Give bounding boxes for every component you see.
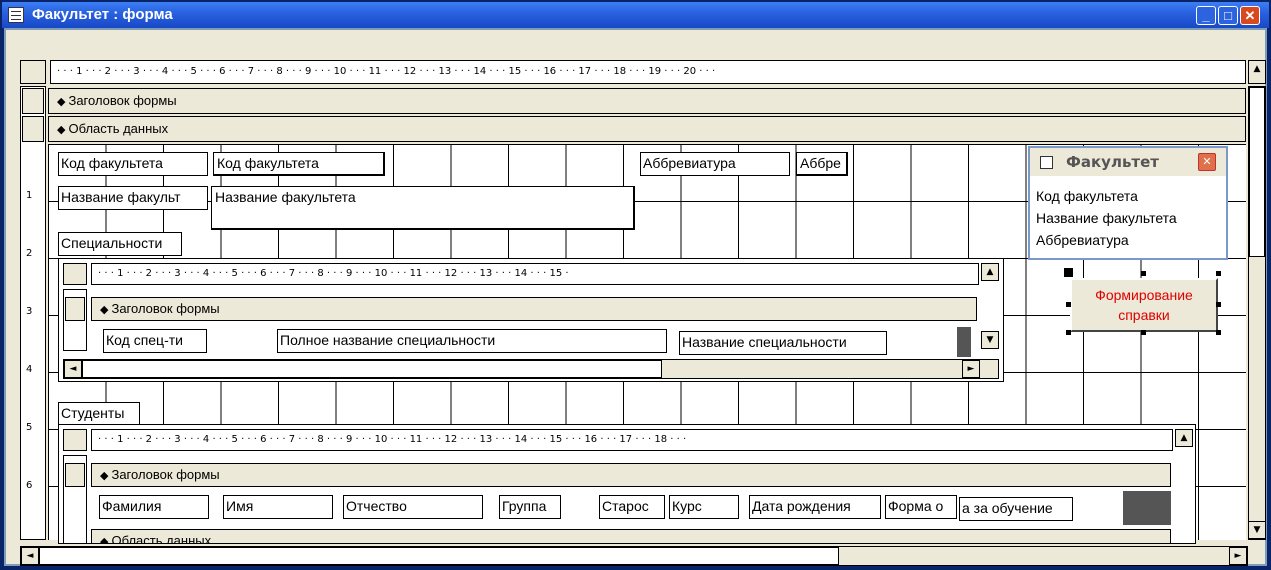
col-tuition-label[interactable]: а за обучение	[959, 497, 1073, 521]
field-list-window[interactable]: Факультет ✕ Код факультета Название факу…	[1028, 146, 1228, 260]
field-list-item[interactable]: Название факультета	[1036, 208, 1177, 229]
window-title: Факультет : форма	[32, 6, 173, 23]
subform-hscroll-thumb[interactable]	[82, 360, 662, 378]
scroll-down-button[interactable]: ▼	[1248, 521, 1266, 539]
horizontal-ruler: · · · 1 · · · 2 · · · 3 · · · 4 · · · 5 …	[50, 60, 1246, 84]
subform-scroll-up-button[interactable]: ▲	[981, 263, 999, 281]
main-hscrollbar[interactable]: ◄ ►	[20, 546, 1248, 566]
subform-selector[interactable]	[63, 263, 87, 285]
subform-edge-block	[957, 327, 971, 357]
vruler-mark-2: 2	[26, 248, 33, 259]
subform-scroll-down-button[interactable]: ▼	[981, 331, 999, 349]
col-group-label[interactable]: Группа	[499, 495, 561, 519]
subform-ruler: · · · 1 · · · 2 · · · 3 · · · 4 · · · 5 …	[91, 263, 979, 285]
form-window: Факультет : форма _ □ ✕ · · · 1 · · · 2 …	[0, 0, 1271, 570]
minimize-button[interactable]: _	[1196, 6, 1216, 25]
field-list-close-button[interactable]: ✕	[1198, 153, 1216, 171]
move-handle[interactable]	[1064, 268, 1073, 277]
main-vscrollbar[interactable]: ▼	[1248, 86, 1266, 540]
form-icon	[8, 7, 24, 23]
subform-hscrollbar[interactable]: ◄ ►	[63, 359, 999, 379]
subform-header-selector[interactable]	[65, 297, 85, 321]
code-label[interactable]: Код факультета	[58, 152, 208, 176]
form-header-label: Заголовок формы	[68, 93, 177, 108]
vruler-mark-1: 1	[26, 190, 33, 201]
resize-handle[interactable]	[1066, 330, 1071, 335]
detail-bar[interactable]: ◆ Область данных	[48, 116, 1246, 142]
resize-handle[interactable]	[1141, 271, 1146, 276]
resize-handle[interactable]	[1216, 302, 1221, 307]
specialties-subform[interactable]: · · · 1 · · · 2 · · · 3 · · · 4 · · · 5 …	[58, 258, 1004, 382]
col-course-label[interactable]: Курс	[669, 495, 739, 519]
section-arrow-icon: ◆	[100, 536, 109, 544]
specialties-label[interactable]: Специальности	[58, 232, 182, 256]
resize-handle[interactable]	[1066, 302, 1071, 307]
abbr-label[interactable]: Аббревиатура	[640, 152, 790, 176]
form-selector[interactable]	[20, 60, 46, 84]
field-list-icon	[1040, 156, 1053, 169]
col-patronymic-label[interactable]: Отчество	[343, 495, 483, 519]
vruler-mark-3: 3	[26, 306, 33, 317]
abbr-field[interactable]: Аббре	[796, 152, 848, 176]
detail-label: Область данных	[68, 121, 169, 136]
scroll-up-button[interactable]: ▲	[1248, 60, 1266, 84]
students-label[interactable]: Студенты	[58, 402, 140, 426]
code-field[interactable]: Код факультета	[213, 152, 385, 176]
subform-scroll-up-button[interactable]: ▲	[1175, 429, 1193, 447]
resize-handle[interactable]	[1141, 330, 1146, 335]
maximize-button[interactable]: □	[1218, 6, 1238, 25]
resize-handle[interactable]	[1216, 271, 1221, 276]
section-arrow-icon: ◆	[100, 470, 109, 482]
resize-handle[interactable]	[1216, 330, 1221, 335]
field-list-item[interactable]: Аббревиатура	[1036, 230, 1129, 251]
spec-name-label[interactable]: Название специальности	[679, 331, 887, 355]
vertical-ruler	[20, 86, 46, 540]
scroll-right-button[interactable]: ►	[1229, 547, 1247, 565]
subform-header-label: Заголовок формы	[111, 301, 220, 316]
section-arrow-icon: ◆	[57, 96, 66, 108]
subform-header-label: Заголовок формы	[111, 467, 220, 482]
spec-code-label[interactable]: Код спец-ти	[103, 329, 207, 353]
header-section-selector[interactable]	[22, 88, 44, 114]
col-study-form-label[interactable]: Форма о	[885, 495, 957, 519]
subform-scroll-right-button[interactable]: ►	[962, 360, 980, 378]
subform-ruler: · · · 1 · · · 2 · · · 3 · · · 4 · · · 5 …	[91, 429, 1173, 451]
subform-edge-block	[1123, 491, 1171, 525]
subform-detail-label: Область данных	[111, 533, 212, 544]
subform-selector[interactable]	[63, 429, 87, 451]
section-arrow-icon: ◆	[100, 304, 109, 316]
form-report-button[interactable]: Формирование справки	[1070, 278, 1218, 332]
col-lastname-label[interactable]: Фамилия	[99, 495, 209, 519]
form-report-button-line2: справки	[1118, 307, 1170, 323]
col-birthdate-label[interactable]: Дата рождения	[749, 495, 881, 519]
vruler-mark-5: 5	[26, 422, 33, 433]
col-firstname-label[interactable]: Имя	[223, 495, 333, 519]
main-hscroll-thumb[interactable]	[39, 547, 839, 565]
name-label[interactable]: Название факульт	[58, 186, 208, 210]
form-report-button-line1: Формирование	[1095, 287, 1193, 303]
spec-full-name-label[interactable]: Полное название специальности	[277, 329, 667, 353]
field-list-item[interactable]: Код факультета	[1036, 186, 1138, 207]
scroll-left-button[interactable]: ◄	[21, 547, 39, 565]
vruler-mark-4: 4	[26, 364, 33, 375]
subform-scroll-left-button[interactable]: ◄	[64, 360, 82, 378]
students-subform[interactable]: · · · 1 · · · 2 · · · 3 · · · 4 · · · 5 …	[58, 424, 1196, 544]
col-monitor-label[interactable]: Старос	[599, 495, 665, 519]
subform-detail-bar[interactable]: ◆ Область данных	[91, 529, 1171, 544]
main-vscroll-thumb[interactable]	[1249, 87, 1265, 257]
name-field[interactable]: Название факультета	[211, 186, 635, 230]
detail-section-selector[interactable]	[22, 116, 44, 142]
subform-header-bar[interactable]: ◆ Заголовок формы	[91, 297, 977, 321]
subform-header-bar[interactable]: ◆ Заголовок формы	[91, 463, 1171, 487]
close-button[interactable]: ✕	[1240, 6, 1260, 25]
section-arrow-icon: ◆	[57, 124, 66, 136]
vruler-mark-6: 6	[26, 480, 33, 491]
field-list-title[interactable]: Факультет	[1030, 148, 1226, 176]
title-bar[interactable]: Факультет : форма _ □ ✕	[2, 2, 1269, 28]
form-header-bar[interactable]: ◆ Заголовок формы	[48, 88, 1246, 114]
subform-header-selector[interactable]	[65, 463, 85, 487]
